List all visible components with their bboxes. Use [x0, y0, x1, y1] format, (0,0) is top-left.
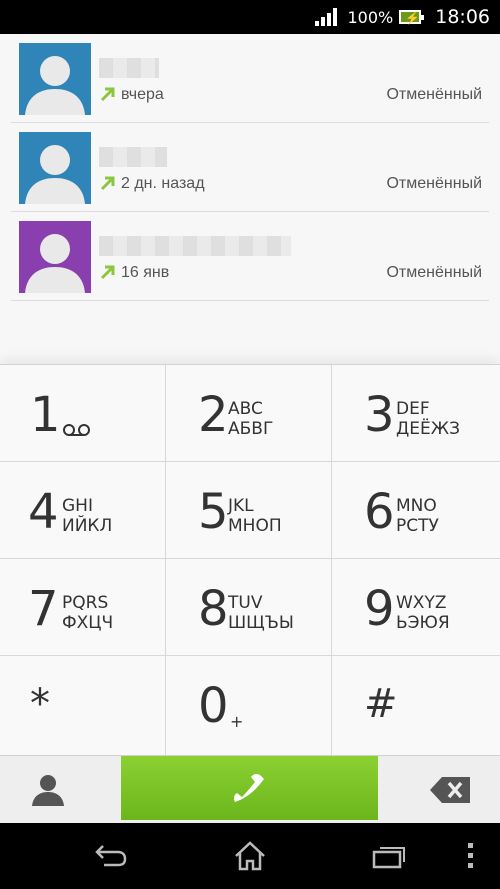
dialpad-key-hash[interactable]: #: [332, 656, 500, 756]
outgoing-call-icon: [100, 87, 115, 102]
key-letters: TUV ШЩЪЫ: [228, 593, 294, 633]
dialpad-key-1[interactable]: 1: [0, 365, 166, 462]
call-time: 16 янв: [121, 264, 170, 281]
status-clock: 18:06: [435, 6, 490, 28]
key-digit: 7: [28, 581, 59, 637]
key-letters: MNO РСТУ: [396, 496, 439, 536]
overflow-menu-button[interactable]: [440, 823, 500, 889]
contact-avatar[interactable]: [19, 43, 91, 115]
call-status: Отменённый: [386, 264, 482, 281]
key-digit: 0: [198, 678, 229, 734]
contact-avatar[interactable]: [19, 132, 91, 204]
key-letters: JKL МНОП: [228, 496, 282, 536]
key-digit: 8: [198, 581, 229, 637]
contact-name-redacted: [99, 236, 291, 256]
call-log-item[interactable]: вчера Отменённый: [11, 34, 489, 123]
key-digit: 5: [198, 484, 229, 540]
key-digit: 3: [364, 387, 395, 443]
key-digit: 2: [198, 387, 229, 443]
default-contact-icon: [19, 221, 91, 293]
recent-apps-button[interactable]: [348, 823, 428, 889]
dialpad-key-2[interactable]: 2 ABC АБВГ: [166, 365, 332, 462]
key-digit: 1: [30, 387, 61, 443]
default-contact-icon: [19, 132, 91, 204]
dialpad-key-8[interactable]: 8 TUV ШЩЪЫ: [166, 559, 332, 656]
call-time: 2 дн. назад: [121, 175, 205, 192]
dialpad-key-6[interactable]: 6 MNO РСТУ: [332, 462, 500, 559]
back-icon: [95, 845, 127, 867]
key-letters: PQRS ФХЦЧ: [62, 593, 114, 633]
contact-name-redacted: [99, 58, 159, 78]
key-letters: DEF ДЕЁЖЗ: [396, 399, 460, 439]
recent-apps-icon: [372, 847, 405, 869]
phone-handset-icon: [233, 773, 264, 802]
key-letters: ABC АБВГ: [228, 399, 274, 439]
default-contact-icon: [19, 43, 91, 115]
dialpad-key-3[interactable]: 3 DEF ДЕЁЖЗ: [332, 365, 500, 462]
dialpad-key-7[interactable]: 7 PQRS ФХЦЧ: [0, 559, 166, 656]
navigation-bar: [0, 823, 500, 889]
call-log-item[interactable]: 16 янв Отменённый: [11, 212, 489, 301]
voicemail-icon: [63, 424, 90, 436]
call-button[interactable]: [121, 756, 378, 820]
signal-full-icon: [315, 8, 338, 26]
contact-person-icon: [32, 775, 64, 806]
overflow-menu-icon: [468, 843, 473, 868]
back-button[interactable]: [72, 823, 152, 889]
outgoing-call-icon: [100, 176, 115, 191]
home-button[interactable]: [210, 823, 290, 889]
key-letters: WXYZ ЬЭЮЯ: [396, 593, 450, 633]
dialpad-key-0[interactable]: 0 +: [166, 656, 332, 756]
status-bar: 100% ⚡ 18:06: [0, 0, 500, 34]
contact-name-redacted: [99, 147, 167, 167]
battery-percent: 100%: [347, 7, 394, 27]
dialer-action-bar: [0, 755, 500, 823]
dialpad-key-4[interactable]: 4 GHI ИЙКЛ: [0, 462, 166, 559]
contacts-button[interactable]: [0, 756, 121, 824]
outgoing-call-icon: [100, 265, 115, 280]
call-status: Отменённый: [386, 86, 482, 103]
dialpad: 1 2 ABC АБВГ 3 DEF ДЕЁЖЗ 4 GHI ИЙКЛ 5 JKL МН…: [0, 364, 500, 756]
key-letters: GHI ИЙКЛ: [62, 496, 113, 536]
backspace-button[interactable]: [378, 756, 500, 824]
call-log-item[interactable]: 2 дн. назад Отменённый: [11, 123, 489, 212]
dialpad-key-9[interactable]: 9 WXYZ ЬЭЮЯ: [332, 559, 500, 656]
call-status: Отменённый: [386, 175, 482, 192]
key-digit: 6: [364, 484, 395, 540]
backspace-icon: [430, 777, 470, 803]
dialpad-key-star[interactable]: *: [0, 656, 166, 756]
call-time: вчера: [121, 86, 164, 103]
contact-avatar[interactable]: [19, 221, 91, 293]
key-digit: 9: [364, 581, 395, 637]
dialpad-key-5[interactable]: 5 JKL МНОП: [166, 462, 332, 559]
battery-charging-icon: ⚡: [399, 10, 425, 25]
home-icon: [235, 841, 265, 871]
key-digit: *: [30, 681, 50, 727]
key-digit: #: [364, 681, 398, 727]
call-log-list: вчера Отменённый 2 дн. назад Отменённый …: [0, 34, 500, 364]
key-plus: +: [230, 712, 244, 731]
key-digit: 4: [28, 484, 59, 540]
